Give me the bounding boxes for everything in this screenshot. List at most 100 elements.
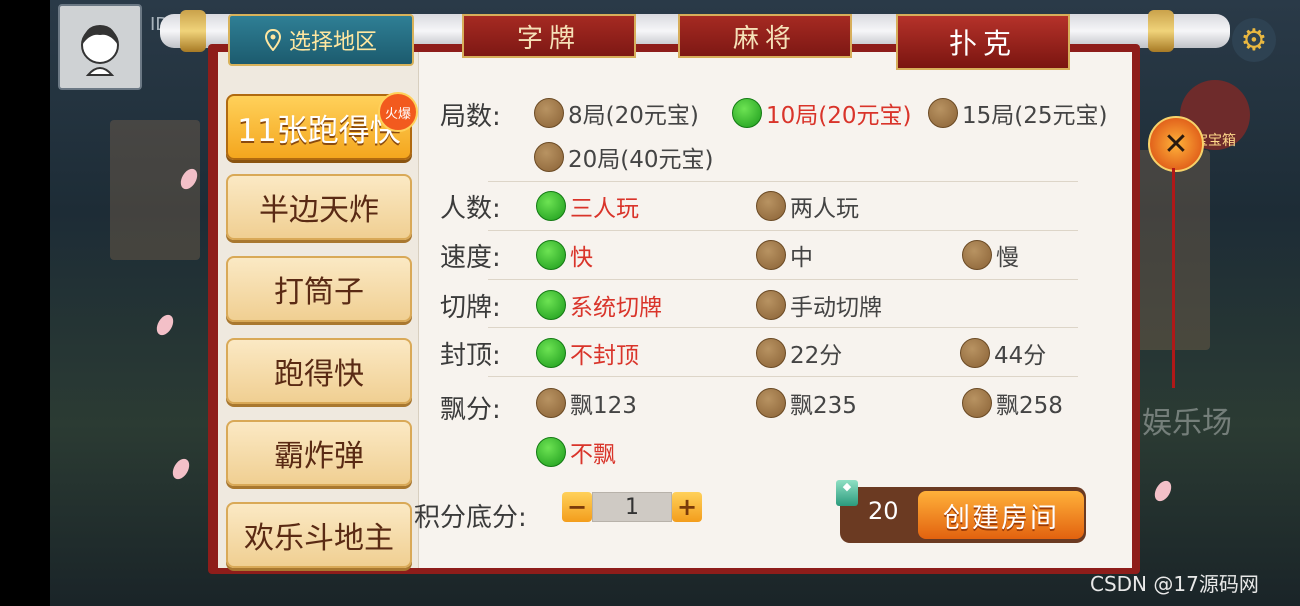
radio-button bbox=[960, 338, 990, 368]
cut-option-manual[interactable]: 手动切牌 bbox=[756, 288, 882, 322]
score-base-value: 1 bbox=[592, 492, 672, 522]
option-text: 20局(40元宝) bbox=[568, 147, 714, 173]
entertainment-hall-label: 娱乐场 bbox=[1142, 406, 1232, 441]
divider bbox=[488, 181, 1078, 182]
option-text: 不封顶 bbox=[570, 343, 639, 369]
cap-label: 封顶: bbox=[440, 341, 501, 371]
radio-button bbox=[732, 98, 762, 128]
cap-option-none[interactable]: 不封顶 bbox=[536, 336, 639, 370]
divider bbox=[488, 230, 1078, 231]
settings-gear-icon[interactable]: ⚙ bbox=[1232, 18, 1276, 62]
score-base-label: 积分底分: bbox=[414, 503, 527, 533]
user-avatar[interactable] bbox=[58, 4, 142, 90]
radio-button bbox=[536, 191, 566, 221]
option-text: 手动切牌 bbox=[790, 295, 882, 321]
option-text: 8局(20元宝) bbox=[568, 103, 699, 129]
create-room-label: 创建房间 bbox=[943, 502, 1059, 534]
divider bbox=[488, 327, 1078, 328]
option-text: 两人玩 bbox=[790, 196, 859, 222]
radio-button bbox=[536, 338, 566, 368]
close-icon[interactable]: ✕ bbox=[1148, 116, 1204, 172]
radio-button bbox=[756, 240, 786, 270]
option-text: 不飘 bbox=[570, 442, 616, 468]
rounds-option-8[interactable]: 8局(20元宝) bbox=[534, 96, 699, 130]
region-label: 选择地区 bbox=[288, 30, 377, 55]
radio-button bbox=[756, 388, 786, 418]
increment-button[interactable]: + bbox=[672, 492, 702, 522]
option-text: 中 bbox=[790, 245, 813, 271]
option-text: 三人玩 bbox=[570, 196, 639, 222]
float-option-123[interactable]: 飘123 bbox=[536, 386, 637, 420]
tab-label: 字牌 bbox=[516, 23, 581, 54]
rounds-option-10[interactable]: 10局(20元宝) bbox=[732, 96, 911, 130]
rounds-option-20[interactable]: 20局(40元宝) bbox=[534, 140, 713, 174]
float-option-235[interactable]: 飘235 bbox=[756, 386, 857, 420]
option-text: 10局(20元宝) bbox=[766, 103, 912, 129]
decorative-tassel bbox=[1172, 168, 1175, 388]
speed-option-slow[interactable]: 慢 bbox=[962, 238, 1019, 272]
players-option-three[interactable]: 三人玩 bbox=[536, 189, 639, 223]
speed-option-fast[interactable]: 快 bbox=[536, 238, 593, 272]
background-building bbox=[1130, 150, 1210, 350]
create-room-button[interactable]: 创建房间 bbox=[918, 491, 1084, 539]
gem-icon: ◆ bbox=[836, 480, 858, 506]
tab-label: 麻将 bbox=[732, 23, 797, 54]
rounds-label: 局数: bbox=[440, 102, 501, 132]
divider bbox=[488, 279, 1078, 280]
game-doudizhu[interactable]: 欢乐斗地主 bbox=[226, 502, 412, 568]
hot-badge: 火爆 bbox=[378, 92, 418, 132]
radio-button bbox=[756, 191, 786, 221]
option-text: 飘235 bbox=[790, 393, 857, 419]
game-banbiantianzha[interactable]: 半边天炸 bbox=[226, 174, 412, 240]
radio-button bbox=[962, 388, 992, 418]
scroll-rod-end-right bbox=[1148, 10, 1174, 52]
select-region-button[interactable]: 选择地区 bbox=[228, 14, 414, 66]
float-option-none[interactable]: 不飘 bbox=[536, 435, 616, 469]
option-text: 44分 bbox=[994, 343, 1047, 369]
float-option-258[interactable]: 飘258 bbox=[962, 386, 1063, 420]
speed-option-medium[interactable]: 中 bbox=[756, 238, 813, 272]
game-label: 11张跑得快 bbox=[237, 112, 401, 149]
players-option-two[interactable]: 两人玩 bbox=[756, 189, 859, 223]
radio-button bbox=[928, 98, 958, 128]
location-pin-icon bbox=[264, 29, 281, 51]
radio-button bbox=[536, 437, 566, 467]
watermark: CSDN @17源码网 bbox=[1090, 572, 1259, 596]
tab-majiang[interactable]: 麻将 bbox=[678, 14, 852, 58]
game-label: 跑得快 bbox=[274, 357, 364, 392]
radio-button bbox=[756, 338, 786, 368]
players-label: 人数: bbox=[440, 194, 501, 224]
radio-button bbox=[756, 290, 786, 320]
divider bbox=[488, 376, 1078, 377]
option-text: 15局(25元宝) bbox=[962, 103, 1108, 129]
scroll-rod-end-left bbox=[180, 10, 206, 52]
game-bazhadan[interactable]: 霸炸弹 bbox=[226, 420, 412, 486]
tab-zipai[interactable]: 字牌 bbox=[462, 14, 636, 58]
game-label: 霸炸弹 bbox=[274, 439, 364, 474]
room-cost: 20 bbox=[868, 497, 899, 525]
option-text: 22分 bbox=[790, 343, 843, 369]
radio-button bbox=[534, 142, 564, 172]
tab-poker[interactable]: 扑克 bbox=[896, 14, 1070, 70]
radio-button bbox=[534, 98, 564, 128]
option-text: 飘258 bbox=[996, 393, 1063, 419]
game-datongzi[interactable]: 打筒子 bbox=[226, 256, 412, 322]
cap-option-22[interactable]: 22分 bbox=[756, 336, 842, 370]
speed-label: 速度: bbox=[440, 243, 501, 273]
option-text: 系统切牌 bbox=[570, 295, 662, 321]
decrement-button[interactable]: − bbox=[562, 492, 592, 522]
option-text: 快 bbox=[570, 245, 593, 271]
float-label: 飘分: bbox=[440, 395, 501, 425]
cut-label: 切牌: bbox=[440, 293, 501, 323]
cut-option-system[interactable]: 系统切牌 bbox=[536, 288, 662, 322]
cap-option-44[interactable]: 44分 bbox=[960, 336, 1046, 370]
radio-button bbox=[536, 388, 566, 418]
game-paodekuai[interactable]: 跑得快 bbox=[226, 338, 412, 404]
avatar-portrait-icon bbox=[81, 25, 119, 76]
background-building bbox=[110, 120, 200, 260]
game-label: 半边天炸 bbox=[259, 193, 379, 228]
radio-button bbox=[962, 240, 992, 270]
rounds-option-15[interactable]: 15局(25元宝) bbox=[928, 96, 1107, 130]
radio-button bbox=[536, 290, 566, 320]
game-label: 欢乐斗地主 bbox=[244, 521, 394, 556]
